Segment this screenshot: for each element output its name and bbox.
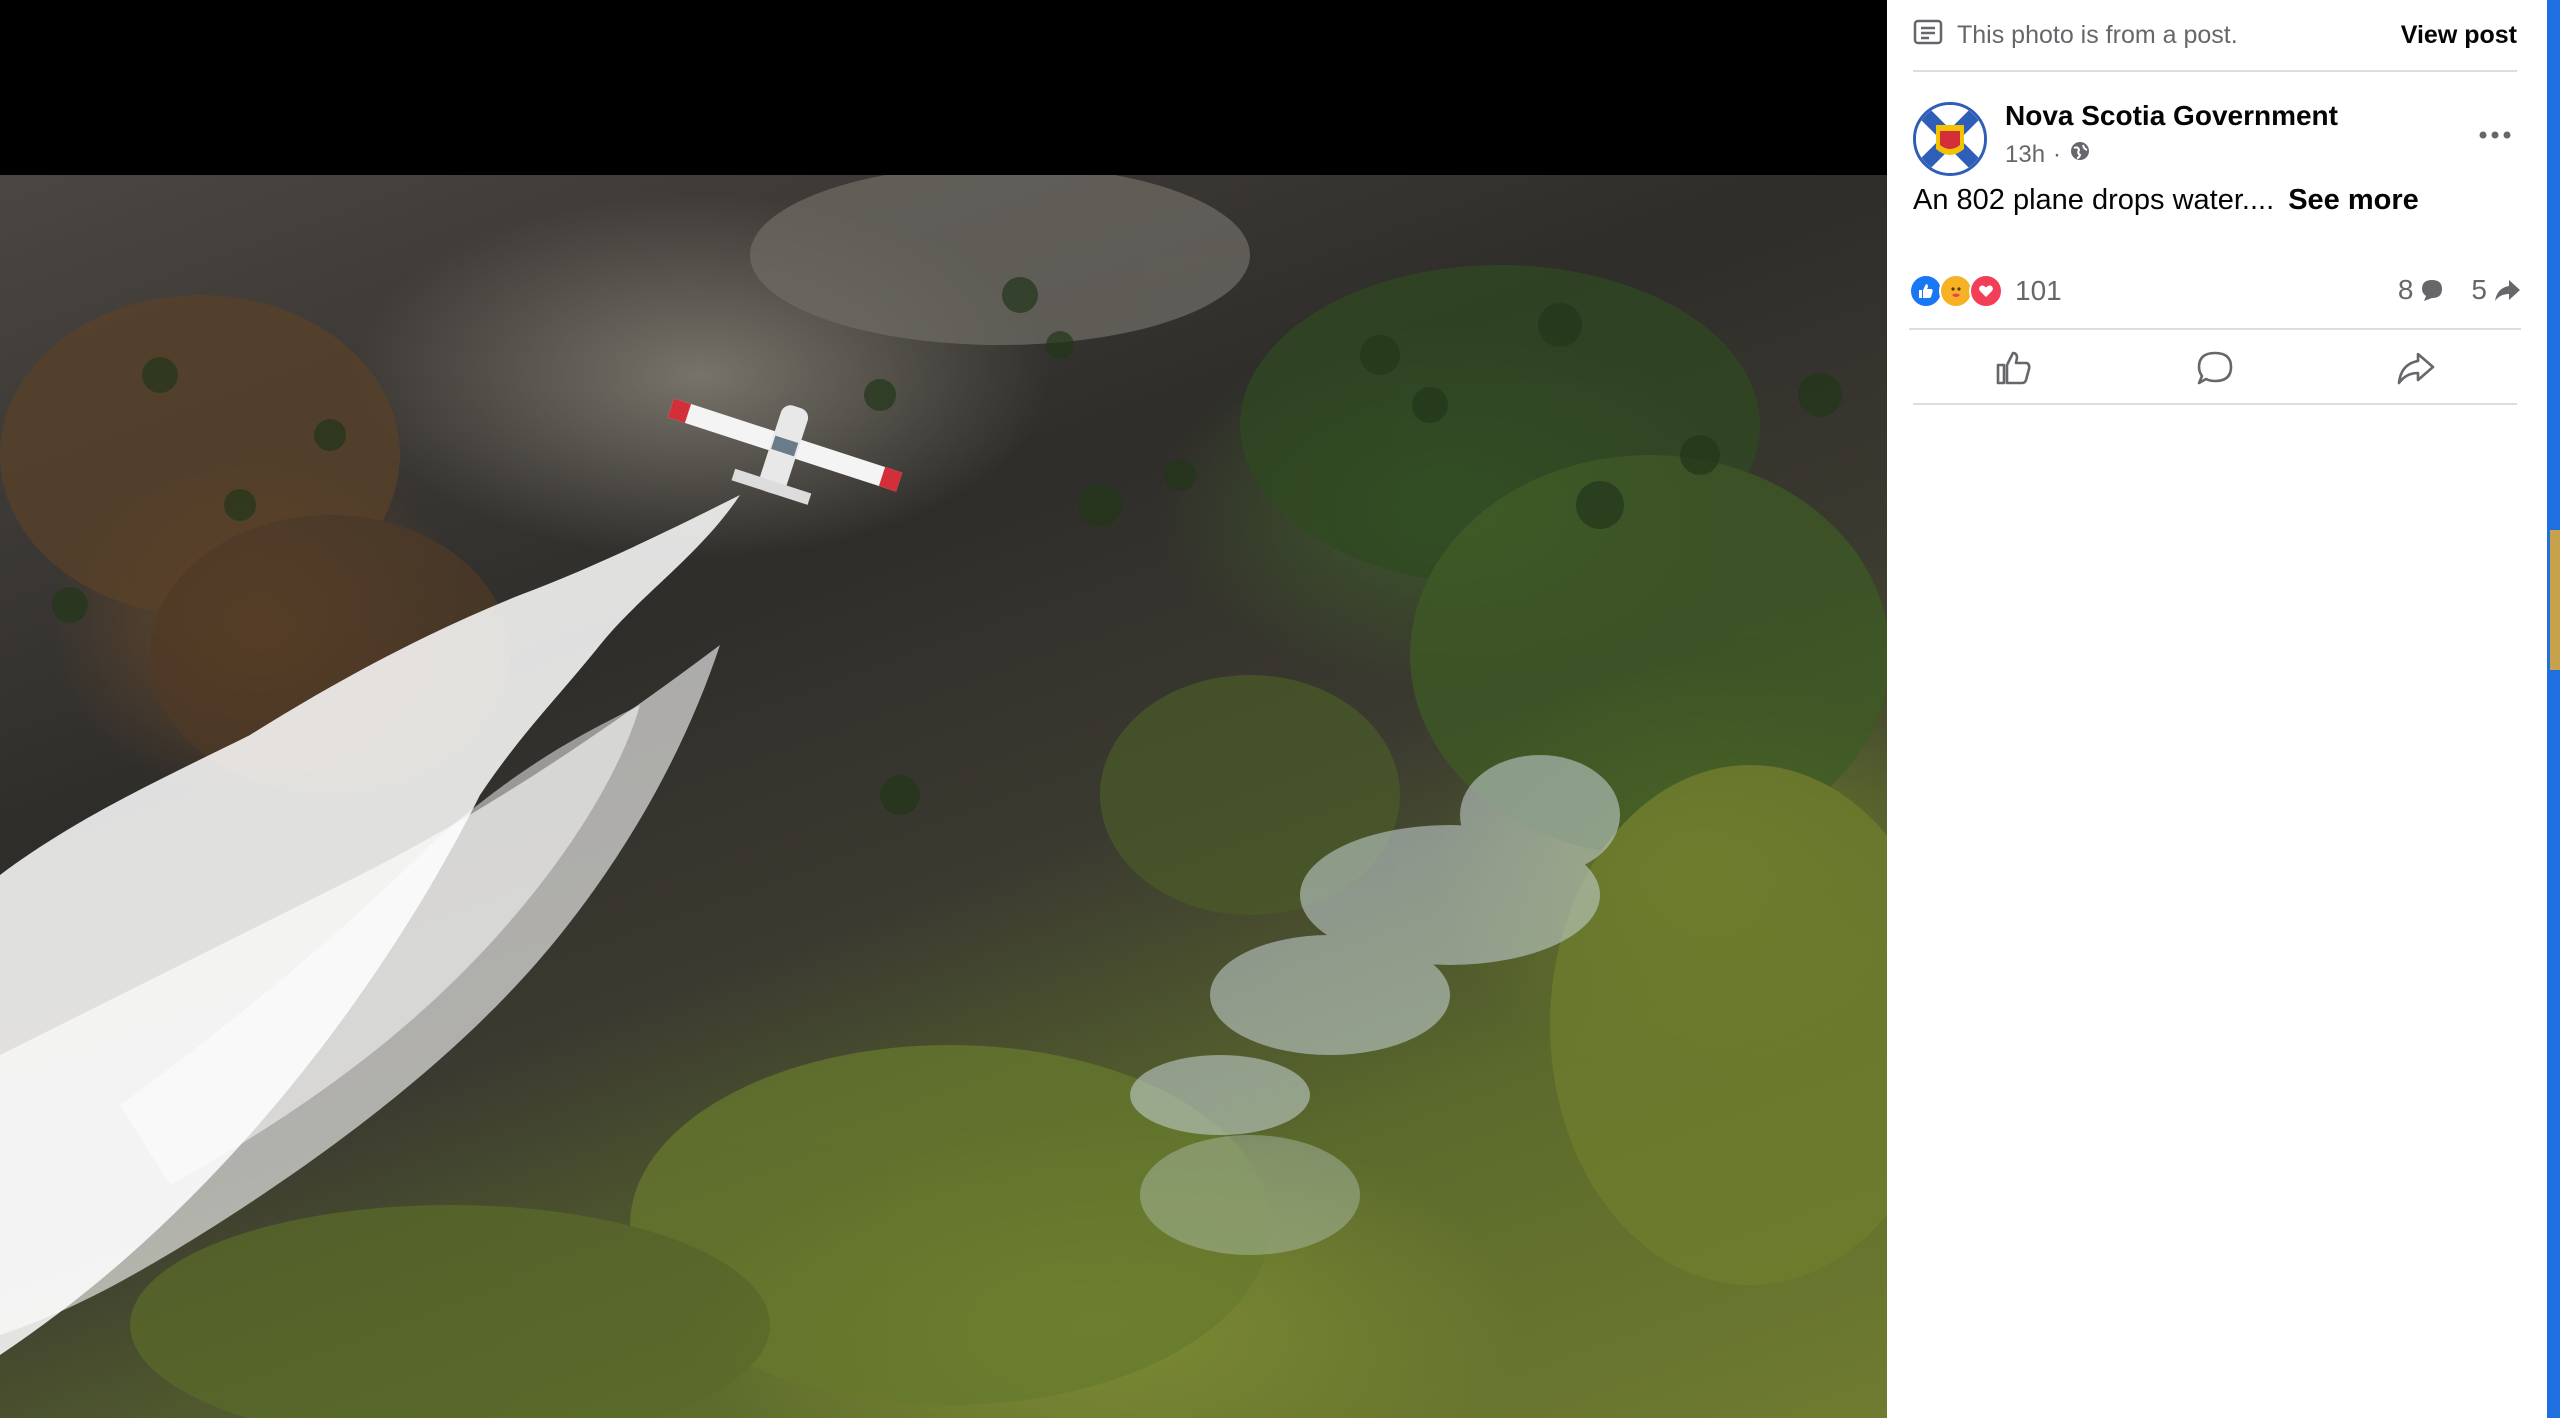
comment-button[interactable] (2155, 340, 2275, 396)
post-notice-text: This photo is from a post. (1957, 20, 2238, 49)
comment-count-link[interactable]: 8 (2398, 274, 2446, 306)
share-count-link[interactable]: 5 (2471, 274, 2521, 306)
post-notice-bar: This photo is from a post. View post (1913, 18, 2517, 52)
care-reaction-icon (1939, 274, 1973, 308)
share-count-icon (2495, 280, 2520, 301)
background-window-fragment (2550, 530, 2560, 670)
divider (1913, 70, 2517, 72)
share-count: 5 (2471, 274, 2487, 305)
avatar[interactable] (1913, 102, 1987, 176)
share-icon (2398, 352, 2435, 385)
divider (1913, 403, 2517, 405)
comment-count: 8 (2397, 274, 2414, 305)
more-options-icon (2479, 131, 2511, 139)
meta-separator: · (2053, 140, 2062, 168)
comment-icon (2197, 351, 2233, 385)
see-more-link[interactable]: See more (2288, 184, 2419, 216)
like-reaction-icon (1909, 274, 1943, 308)
photo-viewer (0, 0, 1887, 1418)
post-side-panel: This photo is from a post. View post Nov… (1887, 0, 2547, 1418)
thumbs-up-icon (1996, 351, 2031, 385)
love-reaction-icon (1969, 274, 2003, 308)
post-caption: An 802 plane drops water.... See more (1913, 184, 2419, 217)
divider (1909, 328, 2521, 330)
globe-icon (2069, 140, 2091, 169)
page-name[interactable]: Nova Scotia Government (2005, 100, 2338, 132)
view-post-link[interactable]: View post (2401, 21, 2517, 50)
reactions-summary[interactable]: 101 (1909, 274, 2062, 308)
post-time[interactable]: 13h (2005, 141, 2045, 169)
post-photo[interactable] (0, 175, 1887, 1418)
photo-scene (0, 175, 1887, 1418)
more-options-button[interactable] (2473, 120, 2517, 150)
like-button[interactable] (1954, 340, 2074, 396)
caption-text: An 802 plane drops water.... (1913, 184, 2275, 216)
share-button[interactable] (2356, 340, 2476, 396)
post-icon (1913, 19, 1943, 52)
reaction-count: 101 (2015, 275, 2062, 306)
window-edge (2547, 0, 2560, 1418)
post-actions-bar (1913, 338, 2517, 398)
post-stats: 101 8 5 (1909, 272, 2521, 316)
engagement-counts: 8 5 (2398, 274, 2521, 306)
comment-count-icon (2422, 280, 2443, 301)
post-meta: 13h · (2005, 140, 2091, 169)
post-header: Nova Scotia Government 13h · (1913, 100, 2517, 180)
